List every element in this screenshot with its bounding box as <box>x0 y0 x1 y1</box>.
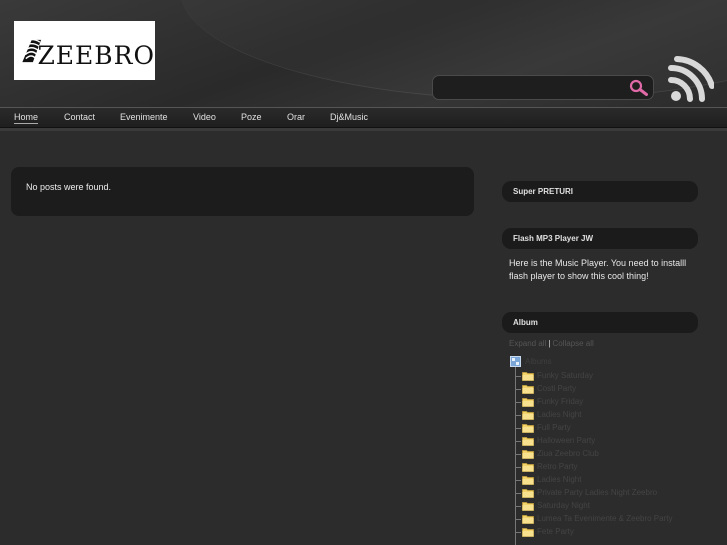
album-folder-label: Saturday Night <box>537 501 590 510</box>
album-folder-label: Funky Saturday <box>537 371 594 380</box>
album-tree-controls: Expand all | Collapse all <box>509 339 594 348</box>
tree-branch <box>515 402 521 403</box>
album-root-icon <box>510 356 521 367</box>
album-folder-label: Ziua Zeebro Club <box>537 449 599 458</box>
logo-text: ZEEBRO <box>37 41 155 70</box>
tree-branch <box>515 519 521 520</box>
album-folder-item[interactable]: Full Party <box>515 422 715 435</box>
album-folder-item[interactable]: Ziua Zeebro Club <box>515 448 715 461</box>
folder-icon <box>522 463 534 472</box>
album-folder-item[interactable]: Lumea Ta Evenimente & Zeebro Party <box>515 513 715 526</box>
nav-divider <box>0 128 727 131</box>
folder-icon <box>522 450 534 459</box>
nav-evenimente[interactable]: Evenimente <box>120 112 168 122</box>
album-folder-label: Ladies Night <box>537 475 582 484</box>
folder-icon <box>522 528 534 537</box>
nav-contact[interactable]: Contact <box>64 112 95 122</box>
header: ZEEBRO <box>0 0 727 108</box>
nav-video[interactable]: Video <box>193 112 216 122</box>
tree-branch <box>515 506 521 507</box>
tree-branch <box>515 454 521 455</box>
collapse-all-link[interactable]: Collapse all <box>552 339 593 348</box>
folder-icon <box>522 476 534 485</box>
tree-branch <box>515 415 521 416</box>
expand-all-link[interactable]: Expand all <box>509 339 546 348</box>
folder-icon <box>522 372 534 381</box>
album-folder-item[interactable]: Fete Party <box>515 526 715 539</box>
album-folder-label: Funky Friday <box>537 397 584 406</box>
album-root-label[interactable]: Albums <box>525 357 552 366</box>
album-folder-item[interactable]: Retro Party <box>515 461 715 474</box>
album-folder-label: Halloween Party <box>537 436 596 445</box>
nav-orar[interactable]: Orar <box>287 112 305 122</box>
folder-icon <box>522 502 534 511</box>
folder-icon <box>522 489 534 498</box>
album-folder-label: Lumea Ta Evenimente & Zeebro Party <box>537 514 673 523</box>
no-posts-message: No posts were found. <box>26 182 112 192</box>
tree-branch <box>515 376 521 377</box>
album-folder-label: Fete Party <box>537 527 574 536</box>
folder-icon <box>522 515 534 524</box>
nav-poze[interactable]: Poze <box>241 112 262 122</box>
tree-branch <box>515 493 521 494</box>
folder-icon <box>522 437 534 446</box>
widget-title-super-preturi: Super PRETURI <box>502 181 698 202</box>
mp3-player-message: Here is the Music Player. You need to in… <box>509 258 687 281</box>
widget-title-album: Album <box>502 312 698 333</box>
album-folder-item[interactable]: Ladies Night <box>515 474 715 487</box>
album-folder-item[interactable]: Saturday Night <box>515 500 715 513</box>
album-folder-item[interactable]: Funky Saturday <box>515 370 715 383</box>
album-folder-label: Ladies Night <box>537 410 582 419</box>
album-folder-item[interactable]: Funky Friday <box>515 396 715 409</box>
folder-icon <box>522 424 534 433</box>
album-folder-label: Costi Party <box>537 384 577 393</box>
tree-branch <box>515 389 521 390</box>
folder-icon <box>522 411 534 420</box>
link-separator: | <box>548 339 551 348</box>
tree-branch <box>515 428 521 429</box>
search-icon[interactable] <box>629 79 649 97</box>
folder-icon <box>522 398 534 407</box>
nav-home[interactable]: Home <box>14 112 39 124</box>
album-folder-item[interactable]: Halloween Party <box>515 435 715 448</box>
search-box <box>432 75 654 100</box>
widget-title-mp3-player: Flash MP3 Player JW <box>502 228 698 249</box>
rss-feed-icon[interactable] <box>668 56 714 102</box>
tree-branch <box>515 467 521 468</box>
nav-dj-music[interactable]: Dj&Music <box>330 112 368 122</box>
search-input[interactable] <box>441 79 621 97</box>
main-navigation: Home Contact Evenimente Video Poze Orar … <box>0 107 727 128</box>
album-folder-label: Retro Party <box>537 462 578 471</box>
tree-branch <box>515 532 521 533</box>
folder-icon <box>522 385 534 394</box>
album-folder-item[interactable]: Costi Party <box>515 383 715 396</box>
album-folder-label: Private Party Ladies Night Zeebro <box>537 488 658 497</box>
album-folder-label: Full Party <box>537 423 571 432</box>
tree-branch <box>515 441 521 442</box>
tree-branch <box>515 480 521 481</box>
album-folder-item[interactable]: Private Party Ladies Night Zeebro <box>515 487 715 500</box>
posts-panel: No posts were found. <box>11 167 474 216</box>
album-folder-item[interactable]: Ladies Night <box>515 409 715 422</box>
site-logo[interactable]: ZEEBRO <box>14 21 155 80</box>
